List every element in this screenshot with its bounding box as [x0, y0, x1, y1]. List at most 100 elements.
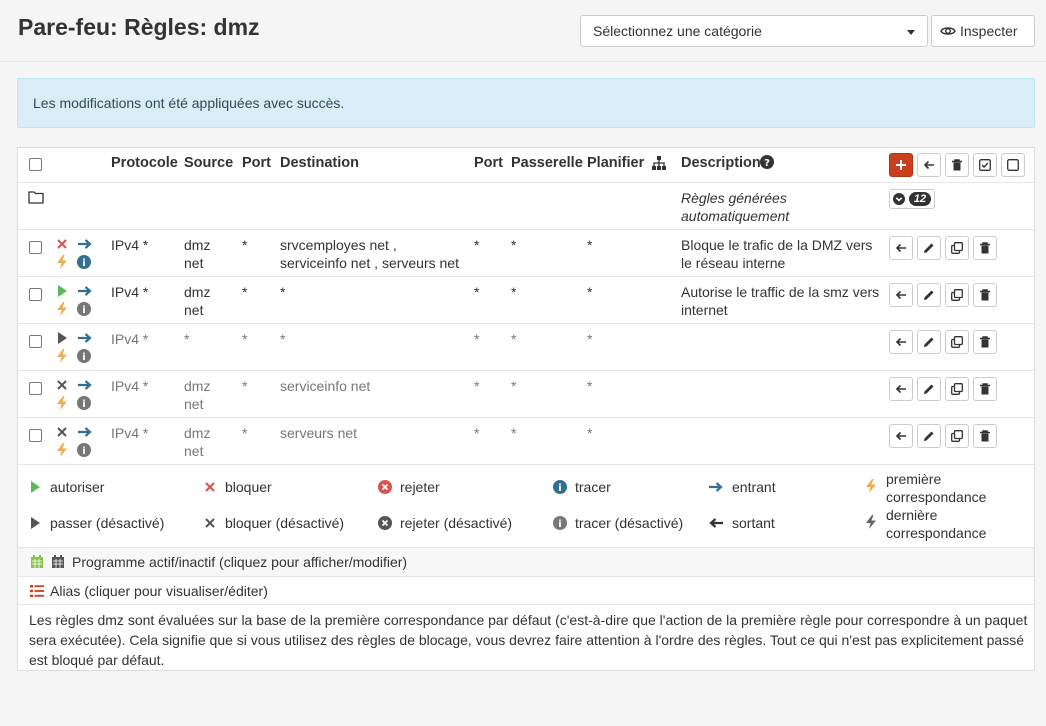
pass-play-icon	[31, 481, 40, 493]
row-clone-button[interactable]	[945, 330, 969, 354]
sitemap-icon	[652, 156, 666, 170]
check-square-icon	[979, 159, 991, 171]
row-source: *	[184, 331, 190, 347]
row-description-l2: le réseau interne	[681, 255, 786, 271]
auto-rules-group-row[interactable]: Règles générées automatiquement 12	[18, 183, 1034, 230]
lightning-icon	[57, 255, 67, 269]
category-select-value: Sélectionnez une catégorie	[593, 23, 762, 39]
legend-first-l1: première	[886, 471, 942, 487]
add-rule-button[interactable]	[889, 153, 913, 177]
clone-icon	[951, 336, 963, 348]
legend-pass-disabled: passer (désactivé)	[28, 515, 164, 531]
row-gateway: *	[511, 331, 517, 347]
move-selected-button[interactable]	[917, 153, 941, 177]
col-gateway: Passerelle	[511, 155, 583, 171]
table-header: Protocole Source Port Destination Port P…	[18, 148, 1034, 183]
row-schedule: *	[587, 331, 593, 347]
arrow-left-icon	[895, 384, 906, 394]
row-move-button[interactable]	[889, 283, 913, 307]
row-clone-button[interactable]	[945, 424, 969, 448]
inspect-button[interactable]: Inspecter	[931, 15, 1035, 47]
row-edit-button[interactable]	[917, 330, 941, 354]
chevron-circle-down-icon	[892, 193, 905, 205]
row-protocol: IPv4 *	[111, 331, 149, 347]
row-delete-button[interactable]	[973, 236, 997, 260]
clone-icon	[951, 289, 963, 301]
select-all-checkbox[interactable]	[29, 158, 42, 171]
row-checkbox[interactable]	[29, 382, 42, 395]
row-delete-button[interactable]	[973, 330, 997, 354]
info-log-icon[interactable]: i	[77, 255, 91, 269]
row-delete-button[interactable]	[973, 424, 997, 448]
legend-pass-label: autoriser	[50, 479, 105, 495]
legend-last-l2: correspondance	[886, 525, 987, 541]
row-clone-button[interactable]	[945, 283, 969, 307]
row-destination: *	[280, 331, 286, 347]
lightning-icon	[866, 479, 876, 493]
group-description-line1: Règles générées	[681, 190, 787, 206]
row-checkbox[interactable]	[29, 429, 42, 442]
row-source: dmz	[184, 425, 211, 441]
schedule-note-row: Programme actif/inactif (cliquez pour af…	[18, 548, 1034, 577]
arrow-left-out-icon	[709, 518, 723, 528]
row-checkbox[interactable]	[29, 241, 42, 254]
block-disabled-x-icon[interactable]	[55, 425, 69, 439]
row-edit-button[interactable]	[917, 424, 941, 448]
row-destination[interactable]: srvcemployes net ,	[280, 236, 397, 254]
legend-block-label: bloquer	[225, 479, 272, 495]
block-disabled-x-icon[interactable]	[55, 378, 69, 392]
row-move-button[interactable]	[889, 236, 913, 260]
row-move-button[interactable]	[889, 377, 913, 401]
delete-selected-button[interactable]	[945, 153, 969, 177]
expand-group-button[interactable]: 12	[889, 189, 935, 209]
row-checkbox[interactable]	[29, 335, 42, 348]
calendar-active-icon	[31, 555, 43, 568]
reject-x-circle-icon	[378, 480, 392, 494]
category-select[interactable]: Sélectionnez une catégorie	[580, 15, 928, 47]
schedule-note: Programme actif/inactif (cliquez pour af…	[72, 554, 408, 570]
legend-first-match: première correspondance	[864, 470, 986, 506]
pass-play-icon[interactable]	[55, 284, 69, 298]
table-row: i IPv4 * dmz net * serviceinfo net * * *	[18, 371, 1034, 418]
info-log-icon[interactable]: i	[77, 302, 91, 316]
row-edit-button[interactable]	[917, 236, 941, 260]
info-log-icon[interactable]: i	[77, 396, 91, 410]
legend-block-disabled: bloquer (désactivé)	[203, 515, 344, 531]
row-destination[interactable]: serviceinfo net	[280, 377, 370, 395]
enable-selected-button[interactable]	[973, 153, 997, 177]
row-schedule: *	[587, 425, 593, 441]
row-destination: *	[280, 284, 286, 300]
question-circle-icon[interactable]: ?	[760, 155, 774, 169]
row-delete-button[interactable]	[973, 377, 997, 401]
row-delete-button[interactable]	[973, 283, 997, 307]
plus-icon	[896, 160, 906, 170]
row-clone-button[interactable]	[945, 236, 969, 260]
row-dest-port: *	[474, 237, 480, 253]
info-log-icon[interactable]: i	[77, 349, 91, 363]
page-title: Pare-feu: Règles: dmz	[18, 14, 260, 40]
alert-message: Les modifications ont été appliquées ave…	[33, 95, 345, 111]
svg-text:?: ?	[764, 158, 770, 169]
info-log-icon[interactable]: i	[77, 443, 91, 457]
row-move-button[interactable]	[889, 330, 913, 354]
clone-icon	[951, 242, 963, 254]
row-edit-button[interactable]	[917, 377, 941, 401]
row-source-l2: net	[184, 396, 204, 412]
clone-icon	[951, 430, 963, 442]
table-row: i IPv4 * * * * * * *	[18, 324, 1034, 371]
row-destination[interactable]: serveurs net	[280, 424, 357, 442]
arrow-right-in-icon	[78, 286, 92, 296]
disable-selected-button[interactable]	[1001, 153, 1025, 177]
legend-reject-disabled-label: rejeter (désactivé)	[400, 515, 513, 531]
row-clone-button[interactable]	[945, 377, 969, 401]
pencil-icon	[924, 290, 934, 300]
block-x-icon[interactable]	[55, 237, 69, 251]
row-move-button[interactable]	[889, 424, 913, 448]
row-checkbox[interactable]	[29, 288, 42, 301]
row-edit-button[interactable]	[917, 283, 941, 307]
svg-text:i: i	[82, 258, 85, 269]
pass-disabled-play-icon[interactable]	[55, 331, 69, 345]
row-destination-l2[interactable]: serviceinfo net , serveurs net	[280, 254, 459, 272]
arrow-left-icon	[923, 160, 934, 170]
inspect-label: Inspecter	[960, 23, 1018, 39]
